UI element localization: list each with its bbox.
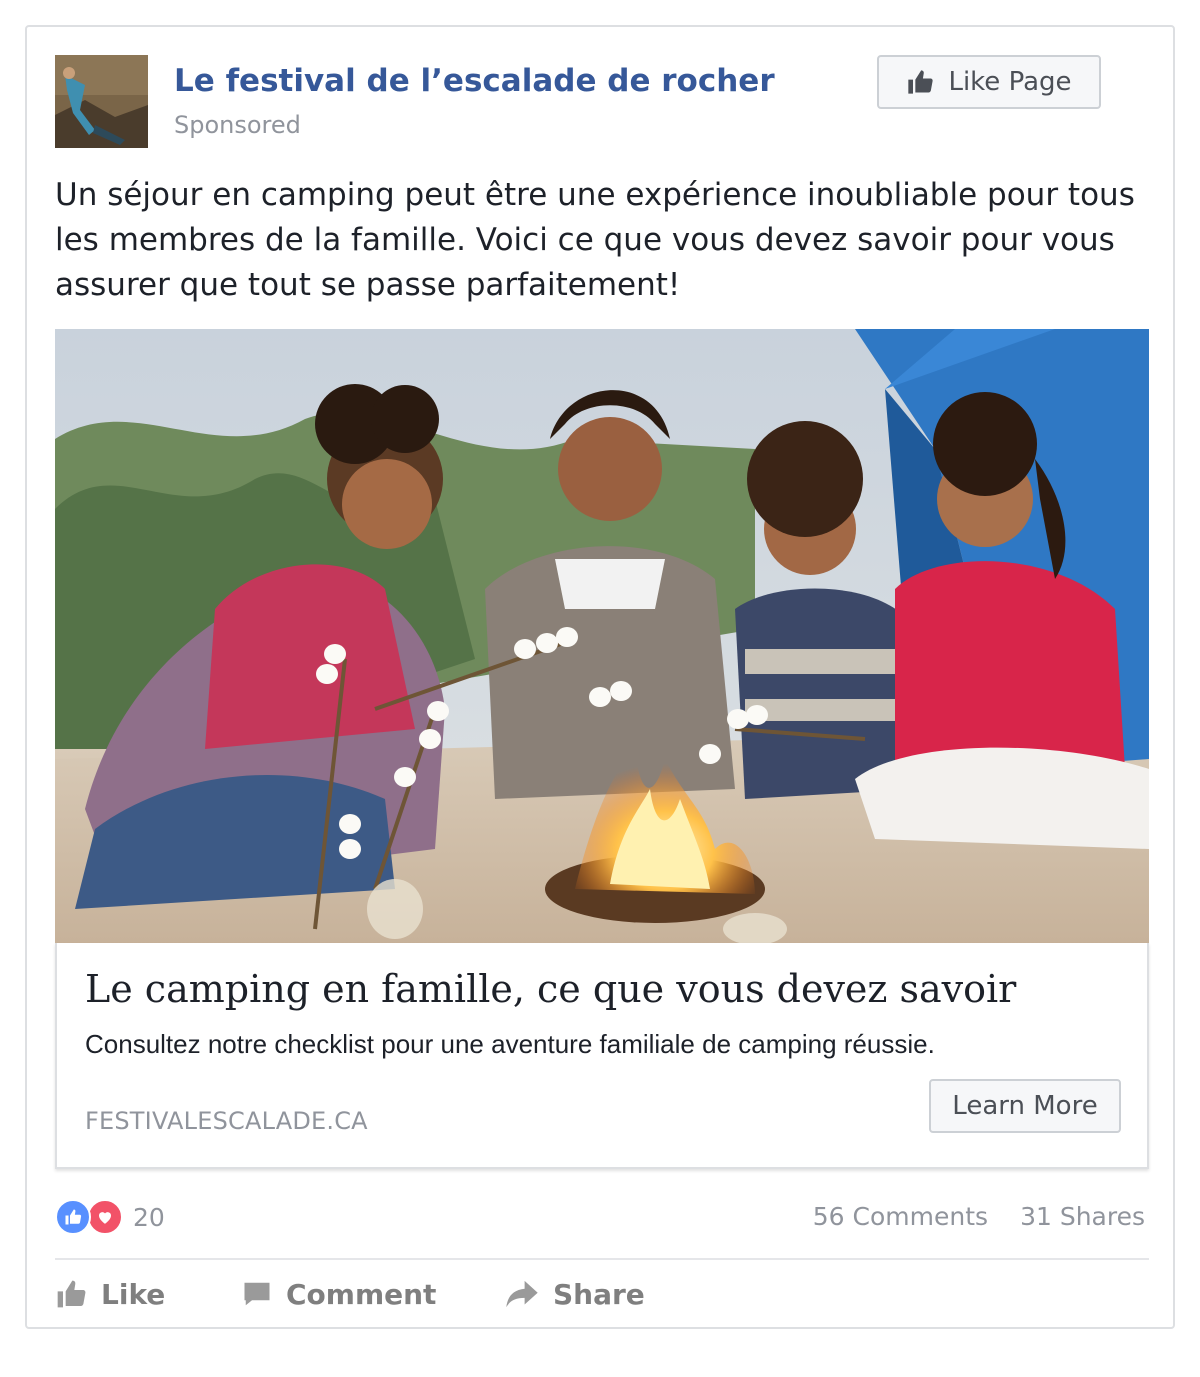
thumbs-up-icon xyxy=(908,70,934,94)
shares-count-link[interactable]: 31 Shares xyxy=(1020,1202,1145,1231)
like-page-button[interactable]: Like Page xyxy=(877,55,1101,109)
share-action-button[interactable]: Share xyxy=(505,1274,645,1314)
comment-action-button[interactable]: Comment xyxy=(242,1274,436,1314)
reaction-like-badge xyxy=(55,1199,91,1235)
avatar-image xyxy=(55,55,148,148)
link-description: Consultez notre checklist pour une avent… xyxy=(85,1029,935,1059)
page-name-link[interactable]: Le festival de l’escalade de rocher xyxy=(174,63,775,99)
reaction-love-badge xyxy=(87,1199,123,1235)
reactions-summary[interactable]: 20 xyxy=(55,1198,165,1236)
sponsored-post-card: Le festival de l’escalade de rocher Spon… xyxy=(25,25,1175,1329)
speech-bubble-icon xyxy=(244,1282,270,1306)
post-text: Un séjour en camping peut être une expér… xyxy=(55,177,1135,303)
link-title[interactable]: Le camping en famille, ce que vous devez… xyxy=(85,967,1016,1011)
like-page-label: Like Page xyxy=(948,67,1072,97)
reaction-count: 20 xyxy=(133,1202,165,1232)
learn-more-button[interactable]: Learn More xyxy=(929,1079,1121,1133)
link-domain: FESTIVALESCALADE.CA xyxy=(85,1107,368,1135)
share-action-label: Share xyxy=(553,1277,645,1311)
family-campfire-photo xyxy=(55,329,1149,943)
share-arrow-icon xyxy=(506,1280,538,1308)
post-image[interactable] xyxy=(55,329,1149,943)
comments-count-link[interactable]: 56 Comments xyxy=(813,1202,988,1231)
comment-action-label: Comment xyxy=(286,1277,437,1311)
thumbs-up-icon xyxy=(65,1209,82,1225)
page-avatar[interactable] xyxy=(55,55,148,148)
like-action-label: Like xyxy=(101,1277,166,1311)
thumbs-up-icon xyxy=(57,1280,86,1308)
actions-divider xyxy=(55,1258,1149,1260)
engagement-stats: 56 Comments 31 Shares xyxy=(813,1202,1145,1231)
like-action-button[interactable]: Like xyxy=(55,1274,165,1314)
heart-icon xyxy=(99,1212,111,1224)
sponsored-label[interactable]: Sponsored xyxy=(174,111,301,139)
link-preview[interactable]: Le camping en famille, ce que vous devez… xyxy=(55,943,1149,1169)
